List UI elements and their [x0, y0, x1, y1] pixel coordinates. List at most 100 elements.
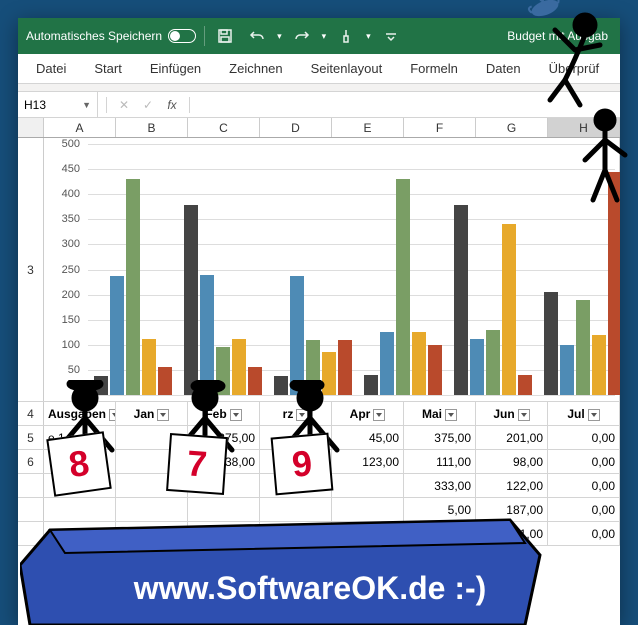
table-header-cell[interactable]: Jul [548, 402, 620, 425]
bar[interactable] [396, 179, 410, 395]
bar[interactable] [290, 276, 304, 395]
cell[interactable]: 201,00 [476, 426, 548, 449]
y-tick-label: 350 [62, 213, 80, 225]
name-box[interactable]: H13 ▼ [18, 92, 98, 117]
table-header-cell[interactable]: Mai [404, 402, 476, 425]
column-header-D[interactable]: D [260, 118, 332, 137]
y-tick-label: 100 [62, 339, 80, 351]
cell[interactable]: 33,00 [404, 522, 476, 545]
bar[interactable] [380, 332, 394, 395]
filter-dropdown-icon[interactable] [588, 409, 600, 421]
bar[interactable] [454, 205, 468, 395]
score-card-9: 9 [271, 433, 334, 496]
dropdown-caret-icon[interactable]: ▾ [277, 31, 282, 42]
column-header-C[interactable]: C [188, 118, 260, 137]
tab-seitenlayout[interactable]: Seitenlayout [297, 54, 397, 83]
cell[interactable] [116, 522, 188, 545]
column-header-G[interactable]: G [476, 118, 548, 137]
cell[interactable]: 0,00 [548, 474, 620, 497]
bar[interactable] [248, 367, 262, 395]
y-tick-label: 300 [62, 238, 80, 250]
filter-dropdown-icon[interactable] [518, 409, 530, 421]
bar[interactable] [518, 375, 532, 395]
bar[interactable] [110, 276, 124, 395]
row-header[interactable] [18, 522, 44, 545]
bar[interactable] [412, 332, 426, 395]
cell[interactable]: 111,00 [404, 450, 476, 473]
bar[interactable] [126, 179, 140, 395]
y-tick-label: 500 [62, 138, 80, 150]
cell[interactable] [116, 498, 188, 521]
toggle-switch[interactable] [168, 29, 196, 43]
column-header-A[interactable]: A [44, 118, 116, 137]
embedded-chart[interactable]: 050100150200250300350400450500 [44, 138, 620, 401]
save-icon[interactable] [213, 24, 237, 48]
autosave-toggle[interactable]: Automatisches Speichern [26, 29, 196, 43]
cell[interactable] [260, 522, 332, 545]
cell[interactable]: 375,00 [404, 426, 476, 449]
tab-einfuegen[interactable]: Einfügen [136, 54, 215, 83]
column-header-B[interactable]: B [116, 118, 188, 137]
enter-icon[interactable]: ✓ [139, 98, 157, 112]
autosave-label: Automatisches Speichern [26, 29, 162, 43]
y-tick-label: 50 [68, 364, 80, 376]
cell[interactable]: 441,00 [476, 522, 548, 545]
cell[interactable] [44, 498, 116, 521]
filter-dropdown-icon[interactable] [445, 409, 457, 421]
undo-icon[interactable] [245, 24, 269, 48]
touch-mode-icon[interactable] [334, 24, 358, 48]
bar[interactable] [142, 339, 156, 395]
cell[interactable]: 0,00 [548, 450, 620, 473]
cell[interactable] [188, 522, 260, 545]
dropdown-caret-icon[interactable]: ▾ [366, 31, 371, 42]
cell[interactable]: 0,00 [548, 498, 620, 521]
dropdown-caret-icon[interactable]: ▾ [322, 31, 327, 42]
cancel-icon[interactable]: ✕ [115, 98, 133, 112]
formula-controls: ✕ ✓ fx [98, 97, 198, 113]
cell[interactable] [188, 498, 260, 521]
chevron-down-icon[interactable]: ▼ [82, 100, 91, 110]
bar[interactable] [576, 300, 590, 395]
bar[interactable] [502, 224, 516, 395]
bar[interactable] [184, 205, 198, 395]
decorative-figure-right [565, 100, 638, 220]
cell[interactable]: 0,00 [548, 426, 620, 449]
cell[interactable]: 187,00 [476, 498, 548, 521]
qat-customize-icon[interactable] [379, 24, 403, 48]
bar[interactable] [560, 345, 574, 395]
bar-group [268, 144, 358, 395]
redo-icon[interactable] [290, 24, 314, 48]
bar[interactable] [470, 339, 484, 395]
bar[interactable] [544, 292, 558, 395]
column-header-E[interactable]: E [332, 118, 404, 137]
tab-formeln[interactable]: Formeln [396, 54, 472, 83]
tab-zeichnen[interactable]: Zeichnen [215, 54, 296, 83]
cell[interactable]: 333,00 [404, 474, 476, 497]
bar[interactable] [364, 375, 378, 395]
row-header[interactable]: 3 [18, 138, 44, 401]
cell[interactable]: 0,00 [548, 522, 620, 545]
cell[interactable] [260, 498, 332, 521]
bar[interactable] [200, 275, 214, 395]
table-header-cell[interactable]: Jun [476, 402, 548, 425]
tab-datei[interactable]: Datei [22, 54, 80, 83]
row-header[interactable] [18, 498, 44, 521]
cell[interactable]: 122,00 [476, 474, 548, 497]
cell[interactable]: 98,00 [476, 450, 548, 473]
bar-group [358, 144, 448, 395]
filter-dropdown-icon[interactable] [373, 409, 385, 421]
cell[interactable] [44, 522, 116, 545]
tab-start[interactable]: Start [80, 54, 135, 83]
cell[interactable] [332, 522, 404, 545]
fx-icon[interactable]: fx [163, 98, 181, 112]
bar-group [178, 144, 268, 395]
column-headers: ABCDEFGH [18, 118, 620, 138]
cell[interactable] [332, 498, 404, 521]
table-row: 33,00441,000,00 [18, 522, 620, 546]
select-all-corner[interactable] [18, 118, 44, 137]
bar[interactable] [592, 335, 606, 395]
bar[interactable] [428, 345, 442, 395]
column-header-F[interactable]: F [404, 118, 476, 137]
bar[interactable] [486, 330, 500, 395]
cell[interactable]: 5,00 [404, 498, 476, 521]
